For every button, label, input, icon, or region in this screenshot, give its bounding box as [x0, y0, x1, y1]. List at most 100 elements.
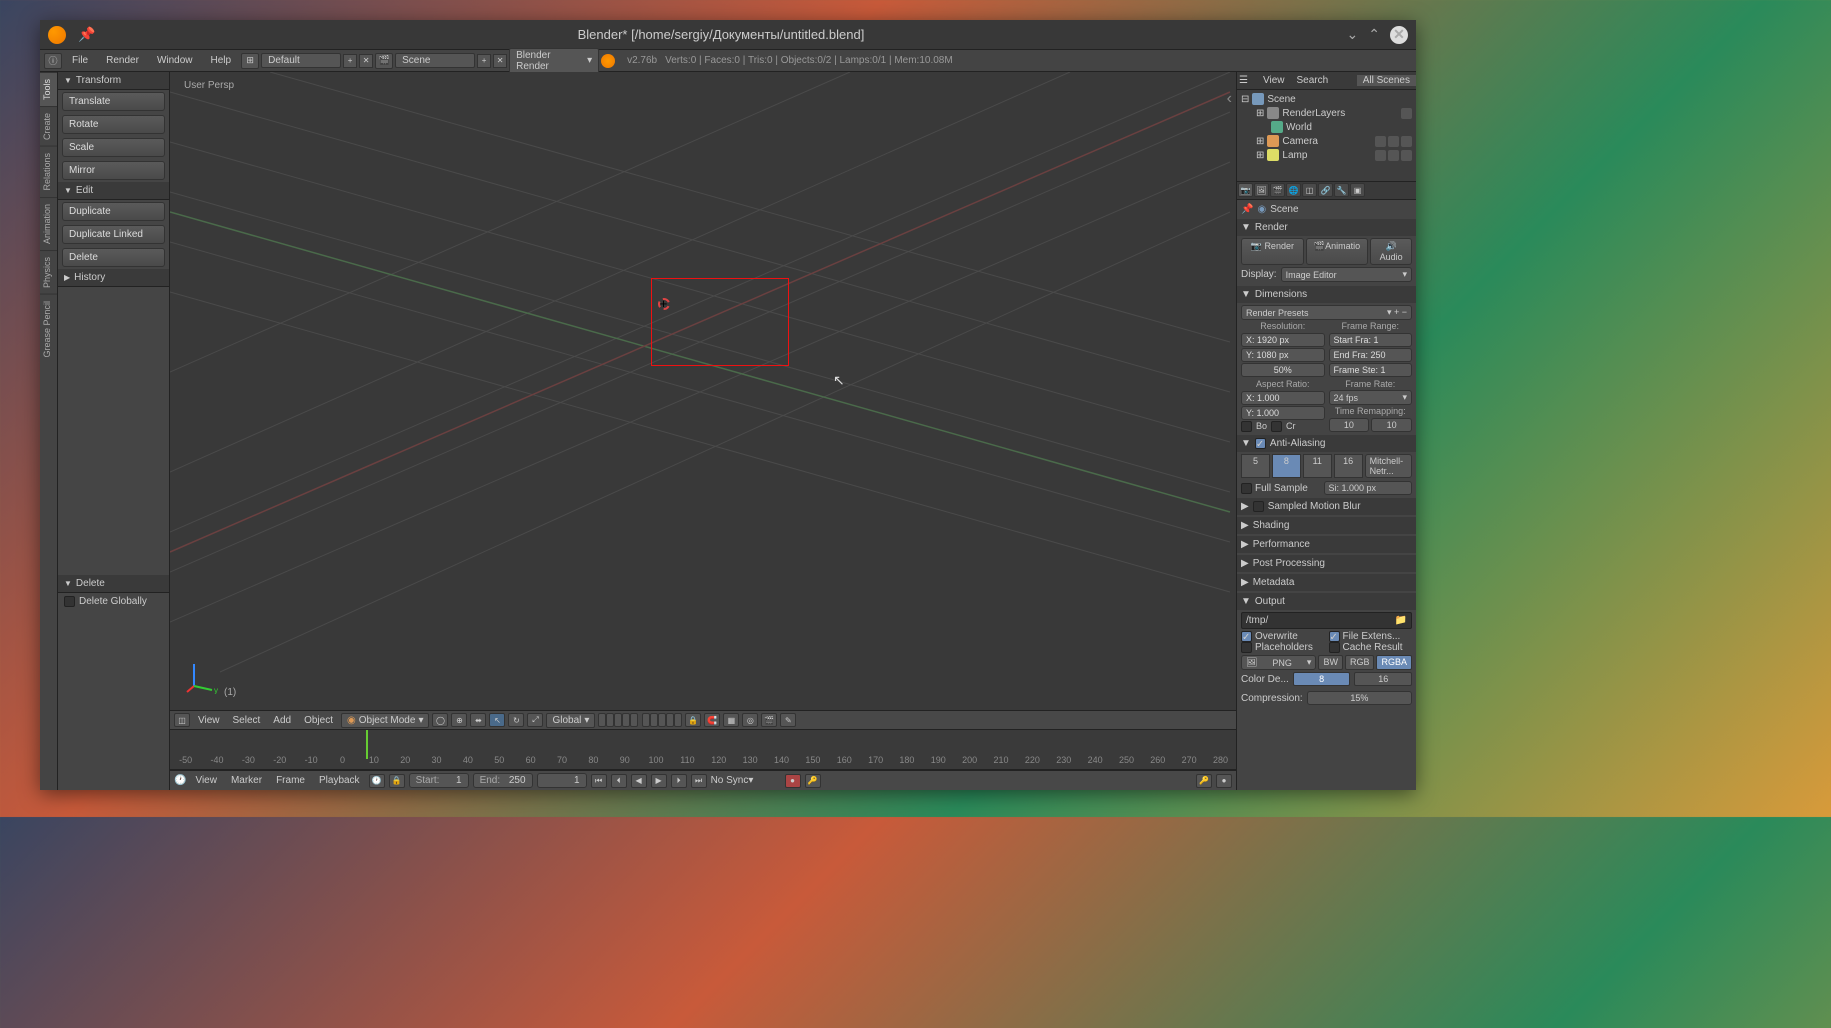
manipulator-rotate-icon[interactable]: ↻: [508, 713, 524, 727]
scale-button[interactable]: Scale: [62, 138, 165, 157]
aspect-y-field[interactable]: Y: 1.000: [1241, 406, 1325, 420]
vtab-physics[interactable]: Physics: [40, 250, 57, 294]
tab-data[interactable]: ▣: [1350, 183, 1365, 197]
vtab-tools[interactable]: Tools: [40, 72, 57, 106]
color-depth-16-button[interactable]: 16: [1354, 672, 1412, 686]
tab-modifiers[interactable]: 🔧: [1334, 183, 1349, 197]
vtab-animation[interactable]: Animation: [40, 197, 57, 250]
compression-field[interactable]: 15%: [1307, 691, 1412, 705]
full-sample-checkbox[interactable]: [1241, 483, 1252, 494]
delete-globally-checkbox[interactable]: Delete Globally: [58, 593, 169, 610]
cache-result-checkbox[interactable]: [1329, 642, 1340, 653]
minimize-icon[interactable]: ⌄: [1347, 26, 1359, 43]
edit-header[interactable]: ▼Edit: [58, 182, 169, 200]
rgb-button[interactable]: RGB: [1345, 655, 1375, 670]
current-frame-field[interactable]: 1: [537, 773, 587, 788]
aa-5-button[interactable]: 5: [1241, 454, 1270, 478]
scene-browse-icon[interactable]: 🎬: [375, 53, 393, 69]
lock-camera-icon[interactable]: 🔒: [685, 713, 701, 727]
shading-header[interactable]: ▶Shading: [1237, 517, 1416, 534]
add-scene-icon[interactable]: +: [477, 54, 491, 68]
manipulator-translate-icon[interactable]: ↖: [489, 713, 505, 727]
metadata-header[interactable]: ▶Metadata: [1237, 574, 1416, 591]
tab-world[interactable]: 🌐: [1286, 183, 1301, 197]
editor-type-3dview-icon[interactable]: ◫: [174, 713, 190, 727]
aa-filter-dropdown[interactable]: Mitchell-Netr...: [1365, 454, 1412, 478]
editor-type-icon[interactable]: ⓘ: [44, 53, 62, 69]
resolution-y-field[interactable]: Y: 1080 px: [1241, 348, 1325, 362]
remove-layout-icon[interactable]: ✕: [359, 54, 373, 68]
performance-header[interactable]: ▶Performance: [1237, 536, 1416, 553]
layers-widget[interactable]: [598, 713, 682, 727]
close-icon[interactable]: ✕: [1390, 26, 1408, 44]
snap-element-icon[interactable]: ▦: [723, 713, 739, 727]
insert-keyframe-icon[interactable]: ●: [1216, 774, 1232, 788]
tab-render-layers[interactable]: 🖼: [1254, 183, 1269, 197]
screen-layout-dropdown[interactable]: Default: [261, 53, 341, 68]
aa-11-button[interactable]: 11: [1303, 454, 1332, 478]
mirror-button[interactable]: Mirror: [62, 161, 165, 180]
frame-step-field[interactable]: Frame Ste: 1: [1329, 363, 1413, 377]
collapse-n-panel-icon[interactable]: ‹: [1227, 90, 1232, 108]
keyframe-prev-icon[interactable]: ⏴: [611, 774, 627, 788]
shading-icon[interactable]: ◯: [432, 713, 448, 727]
menu-file[interactable]: File: [64, 55, 96, 66]
post-processing-header[interactable]: ▶Post Processing: [1237, 555, 1416, 572]
dimensions-header[interactable]: ▼Dimensions: [1237, 286, 1416, 303]
transform-header[interactable]: ▼Transform: [58, 72, 169, 90]
menu-window[interactable]: Window: [149, 55, 201, 66]
animation-button[interactable]: 🎬Animatio: [1306, 238, 1369, 265]
outliner-display-mode[interactable]: All Scenes: [1357, 75, 1416, 86]
manipulator-icon[interactable]: ⬌: [470, 713, 486, 727]
file-extensions-checkbox[interactable]: ✓: [1329, 631, 1340, 642]
tl-menu-view[interactable]: View: [190, 775, 222, 786]
color-depth-8-button[interactable]: 8: [1293, 672, 1351, 686]
lock-range-icon[interactable]: 🔒: [389, 774, 405, 788]
timeline[interactable]: -50-40-30-20-100102030405060708090100110…: [170, 730, 1236, 770]
jump-start-icon[interactable]: ⏮: [591, 774, 607, 788]
orientation-dropdown[interactable]: Global▾: [546, 713, 595, 728]
vp-menu-select[interactable]: Select: [228, 715, 266, 726]
resolution-percentage-field[interactable]: 50%: [1241, 363, 1325, 377]
operator-delete-header[interactable]: ▼Delete: [58, 575, 169, 593]
fps-dropdown[interactable]: 24 fps▾: [1329, 390, 1413, 405]
vp-menu-object[interactable]: Object: [299, 715, 338, 726]
vtab-grease-pencil[interactable]: Grease Pencil: [40, 294, 57, 364]
start-frame-prop-field[interactable]: Start Fra: 1: [1329, 333, 1413, 347]
back-to-previous-icon[interactable]: ⊞: [241, 53, 259, 69]
keying-set-icon[interactable]: 🔑: [805, 774, 821, 788]
start-frame-field[interactable]: Start:1: [409, 773, 469, 788]
bw-button[interactable]: BW: [1318, 655, 1343, 670]
editor-type-outliner-icon[interactable]: ☰: [1239, 75, 1255, 86]
display-dropdown[interactable]: Image Editor▾: [1281, 267, 1412, 282]
play-reverse-icon[interactable]: ◀: [631, 774, 647, 788]
delete-button[interactable]: Delete: [62, 248, 165, 267]
vp-menu-add[interactable]: Add: [268, 715, 296, 726]
use-preview-range-icon[interactable]: 🕐: [369, 774, 385, 788]
aa-header[interactable]: ▼✓Anti-Aliasing: [1237, 435, 1416, 452]
outliner-search[interactable]: Search: [1291, 75, 1335, 86]
render-button[interactable]: 📷 Render: [1241, 238, 1304, 265]
vp-menu-view[interactable]: View: [193, 715, 225, 726]
menu-help[interactable]: Help: [203, 55, 240, 66]
output-path-field[interactable]: /tmp/📁: [1241, 612, 1412, 629]
outliner-view[interactable]: View: [1257, 75, 1291, 86]
render-preview-icon[interactable]: 🎬: [761, 713, 777, 727]
output-header[interactable]: ▼Output: [1237, 593, 1416, 610]
time-old-field[interactable]: 10: [1329, 418, 1370, 432]
render-section-header[interactable]: ▼Render: [1237, 219, 1416, 236]
play-icon[interactable]: ▶: [651, 774, 667, 788]
duplicate-linked-button[interactable]: Duplicate Linked: [62, 225, 165, 244]
keying-dropdown-icon[interactable]: 🔑: [1196, 774, 1212, 788]
keyframe-next-icon[interactable]: ⏵: [671, 774, 687, 788]
gpencil-icon[interactable]: ✎: [780, 713, 796, 727]
end-frame-field[interactable]: End:250: [473, 773, 533, 788]
aa-8-button[interactable]: 8: [1272, 454, 1301, 478]
aa-16-button[interactable]: 16: [1334, 454, 1363, 478]
border-checkbox[interactable]: [1241, 421, 1252, 432]
3d-viewport[interactable]: User Persp y (1) ‹ ↖: [170, 72, 1236, 710]
rgba-button[interactable]: RGBA: [1376, 655, 1412, 670]
proportional-icon[interactable]: ◎: [742, 713, 758, 727]
vtab-create[interactable]: Create: [40, 106, 57, 146]
motion-blur-checkbox[interactable]: [1253, 501, 1264, 512]
